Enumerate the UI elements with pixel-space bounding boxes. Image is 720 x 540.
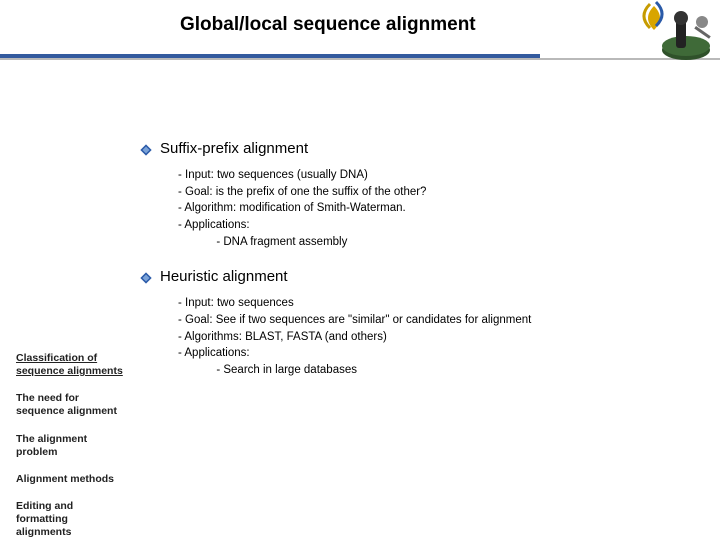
- body-line: - Goal: is the prefix of one the suffix …: [178, 184, 690, 201]
- body-line: - Applications:: [178, 217, 690, 234]
- section-heuristic: Heuristic alignment - Input: two sequenc…: [140, 268, 690, 378]
- slide: Global/local sequence alignment: [0, 0, 720, 540]
- diamond-bullet-icon: [140, 143, 152, 155]
- section-heading: Suffix-prefix alignment: [140, 140, 690, 157]
- logo-illustration: [634, 0, 714, 72]
- body-line: - Algorithm: modification of Smith-Water…: [178, 200, 690, 217]
- sidebar-nav: Classification of sequence alignments Th…: [16, 352, 126, 540]
- slide-title: Global/local sequence alignment: [180, 14, 476, 36]
- body-line: - Input: two sequences (usually DNA): [178, 167, 690, 184]
- sidebar-item-methods[interactable]: Alignment methods: [16, 473, 126, 486]
- section-body: - Input: two sequences - Goal: See if tw…: [178, 295, 690, 378]
- section-heading: Heuristic alignment: [140, 268, 690, 285]
- section-heading-text: Suffix-prefix alignment: [160, 140, 308, 157]
- body-line: - Applications:: [178, 345, 690, 362]
- sidebar-item-editing[interactable]: Editing and formatting alignments: [16, 500, 126, 539]
- section-suffix-prefix: Suffix-prefix alignment - Input: two seq…: [140, 140, 690, 250]
- sidebar-item-need[interactable]: The need for sequence alignment: [16, 392, 126, 418]
- title-rule-gray: [0, 58, 720, 60]
- body-line: - Input: two sequences: [178, 295, 690, 312]
- body-line: - Search in large databases: [178, 362, 690, 379]
- body-line: - Goal: See if two sequences are "simila…: [178, 312, 690, 329]
- section-heading-text: Heuristic alignment: [160, 268, 288, 285]
- body-line: - DNA fragment assembly: [178, 234, 690, 251]
- diamond-bullet-icon: [140, 271, 152, 283]
- sidebar-item-problem[interactable]: The alignment problem: [16, 433, 126, 459]
- sidebar-item-classification[interactable]: Classification of sequence alignments: [16, 352, 126, 378]
- content-area: Suffix-prefix alignment - Input: two seq…: [140, 140, 690, 397]
- body-line: - Algorithms: BLAST, FASTA (and others): [178, 329, 690, 346]
- section-body: - Input: two sequences (usually DNA) - G…: [178, 167, 690, 250]
